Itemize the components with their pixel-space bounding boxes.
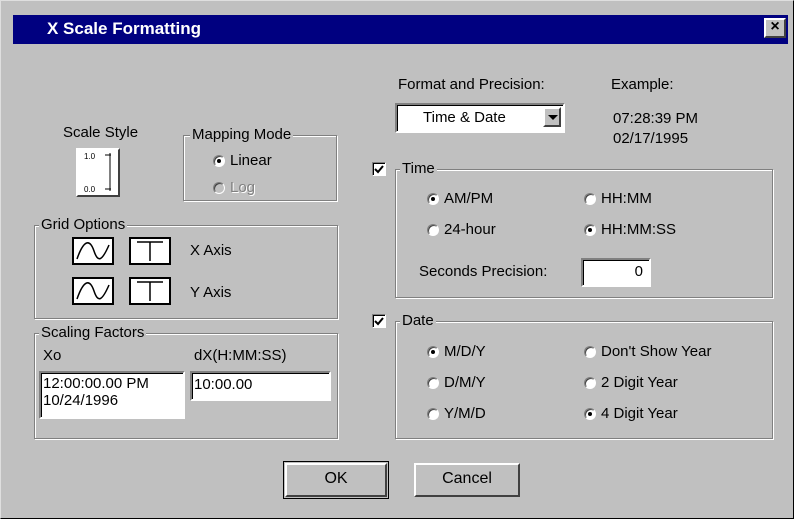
dx-value: 10:00.00	[194, 376, 253, 393]
radio-circle	[584, 407, 596, 420]
format-precision-label: Format and Precision:	[398, 76, 545, 93]
ok-button[interactable]: OK	[285, 463, 387, 497]
radio-ampm[interactable]: AM/PM	[427, 190, 493, 207]
chevron-down-icon[interactable]	[543, 107, 561, 127]
x-minor-grid-button[interactable]	[129, 237, 171, 265]
checkmark-icon	[374, 317, 384, 326]
seconds-precision-input[interactable]: 0	[581, 258, 651, 287]
radio-ymd-label: Y/M/D	[444, 405, 486, 422]
radio-circle	[213, 181, 225, 194]
x-major-grid-button[interactable]	[72, 237, 114, 265]
xo-value-line1: 12:00:00.00 PM	[43, 375, 149, 392]
radio-2-digit-year[interactable]: 2 Digit Year	[584, 374, 678, 391]
radio-dmy-label: D/M/Y	[444, 374, 486, 391]
example-label: Example:	[611, 76, 674, 93]
dx-input[interactable]: 10:00.00	[190, 371, 331, 401]
date-label: Date	[400, 312, 436, 329]
format-dropdown-value: Time & Date	[423, 109, 506, 126]
scale-style-bottom-tick: 0.0	[84, 185, 96, 194]
scale-style-top-tick: 1.0	[84, 152, 96, 161]
radio-dont-show-year[interactable]: Don't Show Year	[584, 343, 711, 360]
dialog-window: X Scale Formatting × Scale Style 1.0 0.0…	[0, 0, 794, 519]
radio-4-digit-year[interactable]: 4 Digit Year	[584, 405, 678, 422]
grid-options-label: Grid Options	[39, 216, 128, 233]
cancel-button[interactable]: Cancel	[414, 463, 520, 497]
window-title: X Scale Formatting	[47, 19, 201, 38]
mapping-mode-label: Mapping Mode	[190, 126, 294, 143]
radio-hhmmss[interactable]: HH:MM:SS	[584, 221, 676, 238]
radio-24hour[interactable]: 24-hour	[427, 221, 496, 238]
radio-2-digit-year-label: 2 Digit Year	[601, 374, 678, 391]
scale-style-button[interactable]: 1.0 0.0	[76, 148, 120, 197]
example-line2: 02/17/1995	[613, 130, 689, 147]
example-line1: 07:28:39 PM	[613, 110, 699, 127]
y-major-grid-button[interactable]	[72, 277, 114, 305]
radio-dmy[interactable]: D/M/Y	[427, 374, 486, 391]
radio-log: Log	[213, 179, 255, 196]
radio-dont-show-year-label: Don't Show Year	[601, 343, 712, 360]
radio-linear-label: Linear	[230, 152, 272, 169]
radio-circle	[427, 192, 439, 205]
radio-circle	[584, 192, 596, 205]
radio-circle	[213, 154, 225, 167]
x-axis-label: X Axis	[190, 242, 232, 259]
radio-hhmm[interactable]: HH:MM	[584, 190, 652, 207]
radio-mdy[interactable]: M/D/Y	[427, 343, 486, 360]
radio-circle	[584, 223, 596, 236]
xo-input[interactable]: 12:00:00.00 PM 10/24/1996	[39, 371, 185, 419]
radio-circle	[427, 223, 439, 236]
grid-t-icon	[137, 241, 163, 261]
example-value: 07:28:39 PM 02/17/1995	[613, 109, 698, 149]
radio-log-label: Log	[230, 179, 256, 196]
title-bar[interactable]: X Scale Formatting ×	[13, 15, 788, 44]
radio-ampm-label: AM/PM	[444, 190, 494, 207]
y-minor-grid-button[interactable]	[129, 277, 171, 305]
scale-style-icon: 1.0 0.0	[78, 150, 118, 195]
radio-circle	[427, 376, 439, 389]
seconds-precision-value: 0	[634, 263, 643, 280]
scale-style-label: Scale Style	[63, 124, 139, 141]
seconds-precision-label: Seconds Precision:	[419, 263, 548, 280]
y-axis-label: Y Axis	[190, 284, 232, 301]
radio-mdy-label: M/D/Y	[444, 343, 486, 360]
time-label: Time	[400, 160, 437, 177]
xo-label: Xo	[43, 347, 62, 364]
time-checkbox[interactable]	[372, 162, 386, 176]
radio-hhmmss-label: HH:MM:SS	[601, 221, 676, 238]
xo-value-line2: 10/24/1996	[43, 392, 119, 409]
radio-4-digit-year-label: 4 Digit Year	[601, 405, 678, 422]
radio-circle	[427, 407, 439, 420]
radio-ymd[interactable]: Y/M/D	[427, 405, 486, 422]
radio-24hour-label: 24-hour	[444, 221, 496, 238]
radio-circle	[427, 345, 439, 358]
radio-circle	[584, 345, 596, 358]
radio-linear[interactable]: Linear	[213, 152, 272, 169]
radio-hhmm-label: HH:MM	[601, 190, 652, 207]
checkmark-icon	[374, 165, 384, 174]
grid-curve-icon	[76, 242, 110, 260]
radio-circle	[584, 376, 596, 389]
scaling-factors-label: Scaling Factors	[39, 324, 147, 341]
close-button[interactable]: ×	[764, 18, 786, 38]
dx-label: dX(H:MM:SS)	[194, 347, 287, 364]
date-checkbox[interactable]	[372, 314, 386, 328]
grid-curve-icon	[76, 282, 110, 300]
grid-t-icon	[137, 281, 163, 301]
format-dropdown[interactable]: Time & Date	[395, 103, 565, 133]
